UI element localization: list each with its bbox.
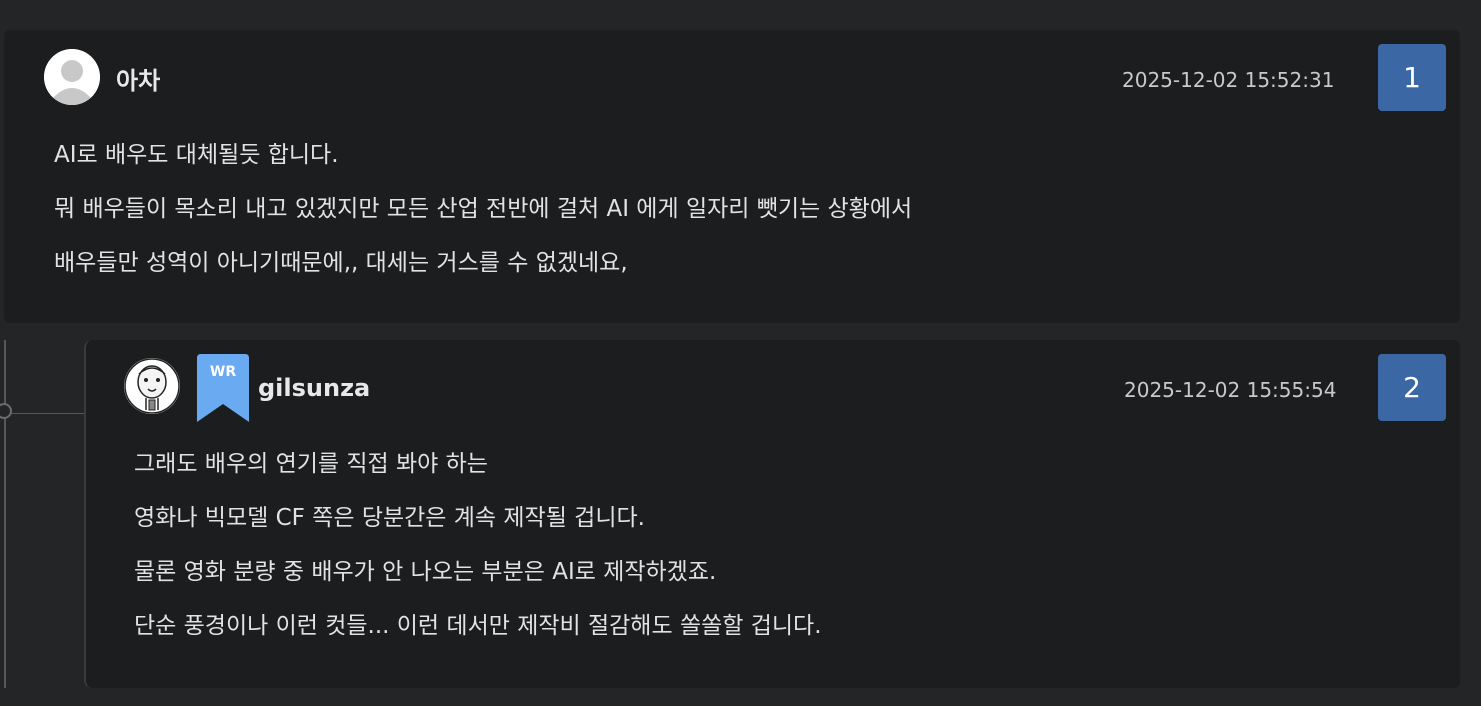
comment-date: 2025-12-02 15:52:31	[1122, 68, 1335, 92]
comment-line: 그래도 배우의 연기를 직접 봐야 하는	[134, 451, 488, 477]
comment-list: 아차 2025-12-02 15:52:31 1 AI로 배우도 대체될듯 합니…	[0, 0, 1481, 706]
comment-number-badge: 2	[1378, 354, 1446, 421]
cartoon-face-avatar-icon	[124, 358, 180, 414]
comment-body: AI로 배우도 대체될듯 합니다. 뭐 배우들이 목소리 내고 있겠지만 모든 …	[54, 128, 912, 290]
comment-1: 아차 2025-12-02 15:52:31 1 AI로 배우도 대체될듯 합니…	[4, 30, 1460, 323]
comment-line: AI로 배우도 대체될듯 합니다.	[54, 142, 339, 168]
author-name[interactable]: gilsunza	[258, 374, 370, 402]
comment-number-badge: 1	[1378, 44, 1446, 111]
comment-line: 물론 영화 분량 중 배우가 안 나오는 부분은 AI로 제작하겠죠.	[134, 559, 717, 585]
avatar[interactable]	[124, 358, 180, 414]
writer-badge-icon: WR	[197, 354, 249, 424]
thread-toggle-node[interactable]	[0, 403, 12, 419]
comment-line: 배우들만 성역이 아니기때문에,, 대세는 거스를 수 없겠네요,	[54, 250, 628, 276]
comment-date: 2025-12-02 15:55:54	[1124, 378, 1337, 402]
thread-branch	[6, 413, 84, 414]
comment-line: 단순 풍경이나 이런 컷들... 이런 데서만 제작비 절감해도 쏠쏠할 겁니다…	[134, 613, 822, 639]
comment-2-reply: WR gilsunza 2025-12-02 15:55:54 2 그래도 배우…	[84, 340, 1460, 688]
writer-badge-label: WR	[209, 364, 237, 380]
thread-line	[4, 340, 6, 688]
comment-body: 그래도 배우의 연기를 직접 봐야 하는 영화나 빅모델 CF 쪽은 당분간은 …	[134, 437, 822, 653]
avatar[interactable]	[44, 49, 100, 105]
author-name[interactable]: 아차	[116, 61, 160, 96]
comment-line: 뭐 배우들이 목소리 내고 있겠지만 모든 산업 전반에 걸처 AI 에게 일자…	[54, 196, 913, 222]
comment-line: 영화나 빅모델 CF 쪽은 당분간은 계속 제작될 겁니다.	[134, 505, 645, 531]
default-user-icon	[44, 49, 100, 105]
